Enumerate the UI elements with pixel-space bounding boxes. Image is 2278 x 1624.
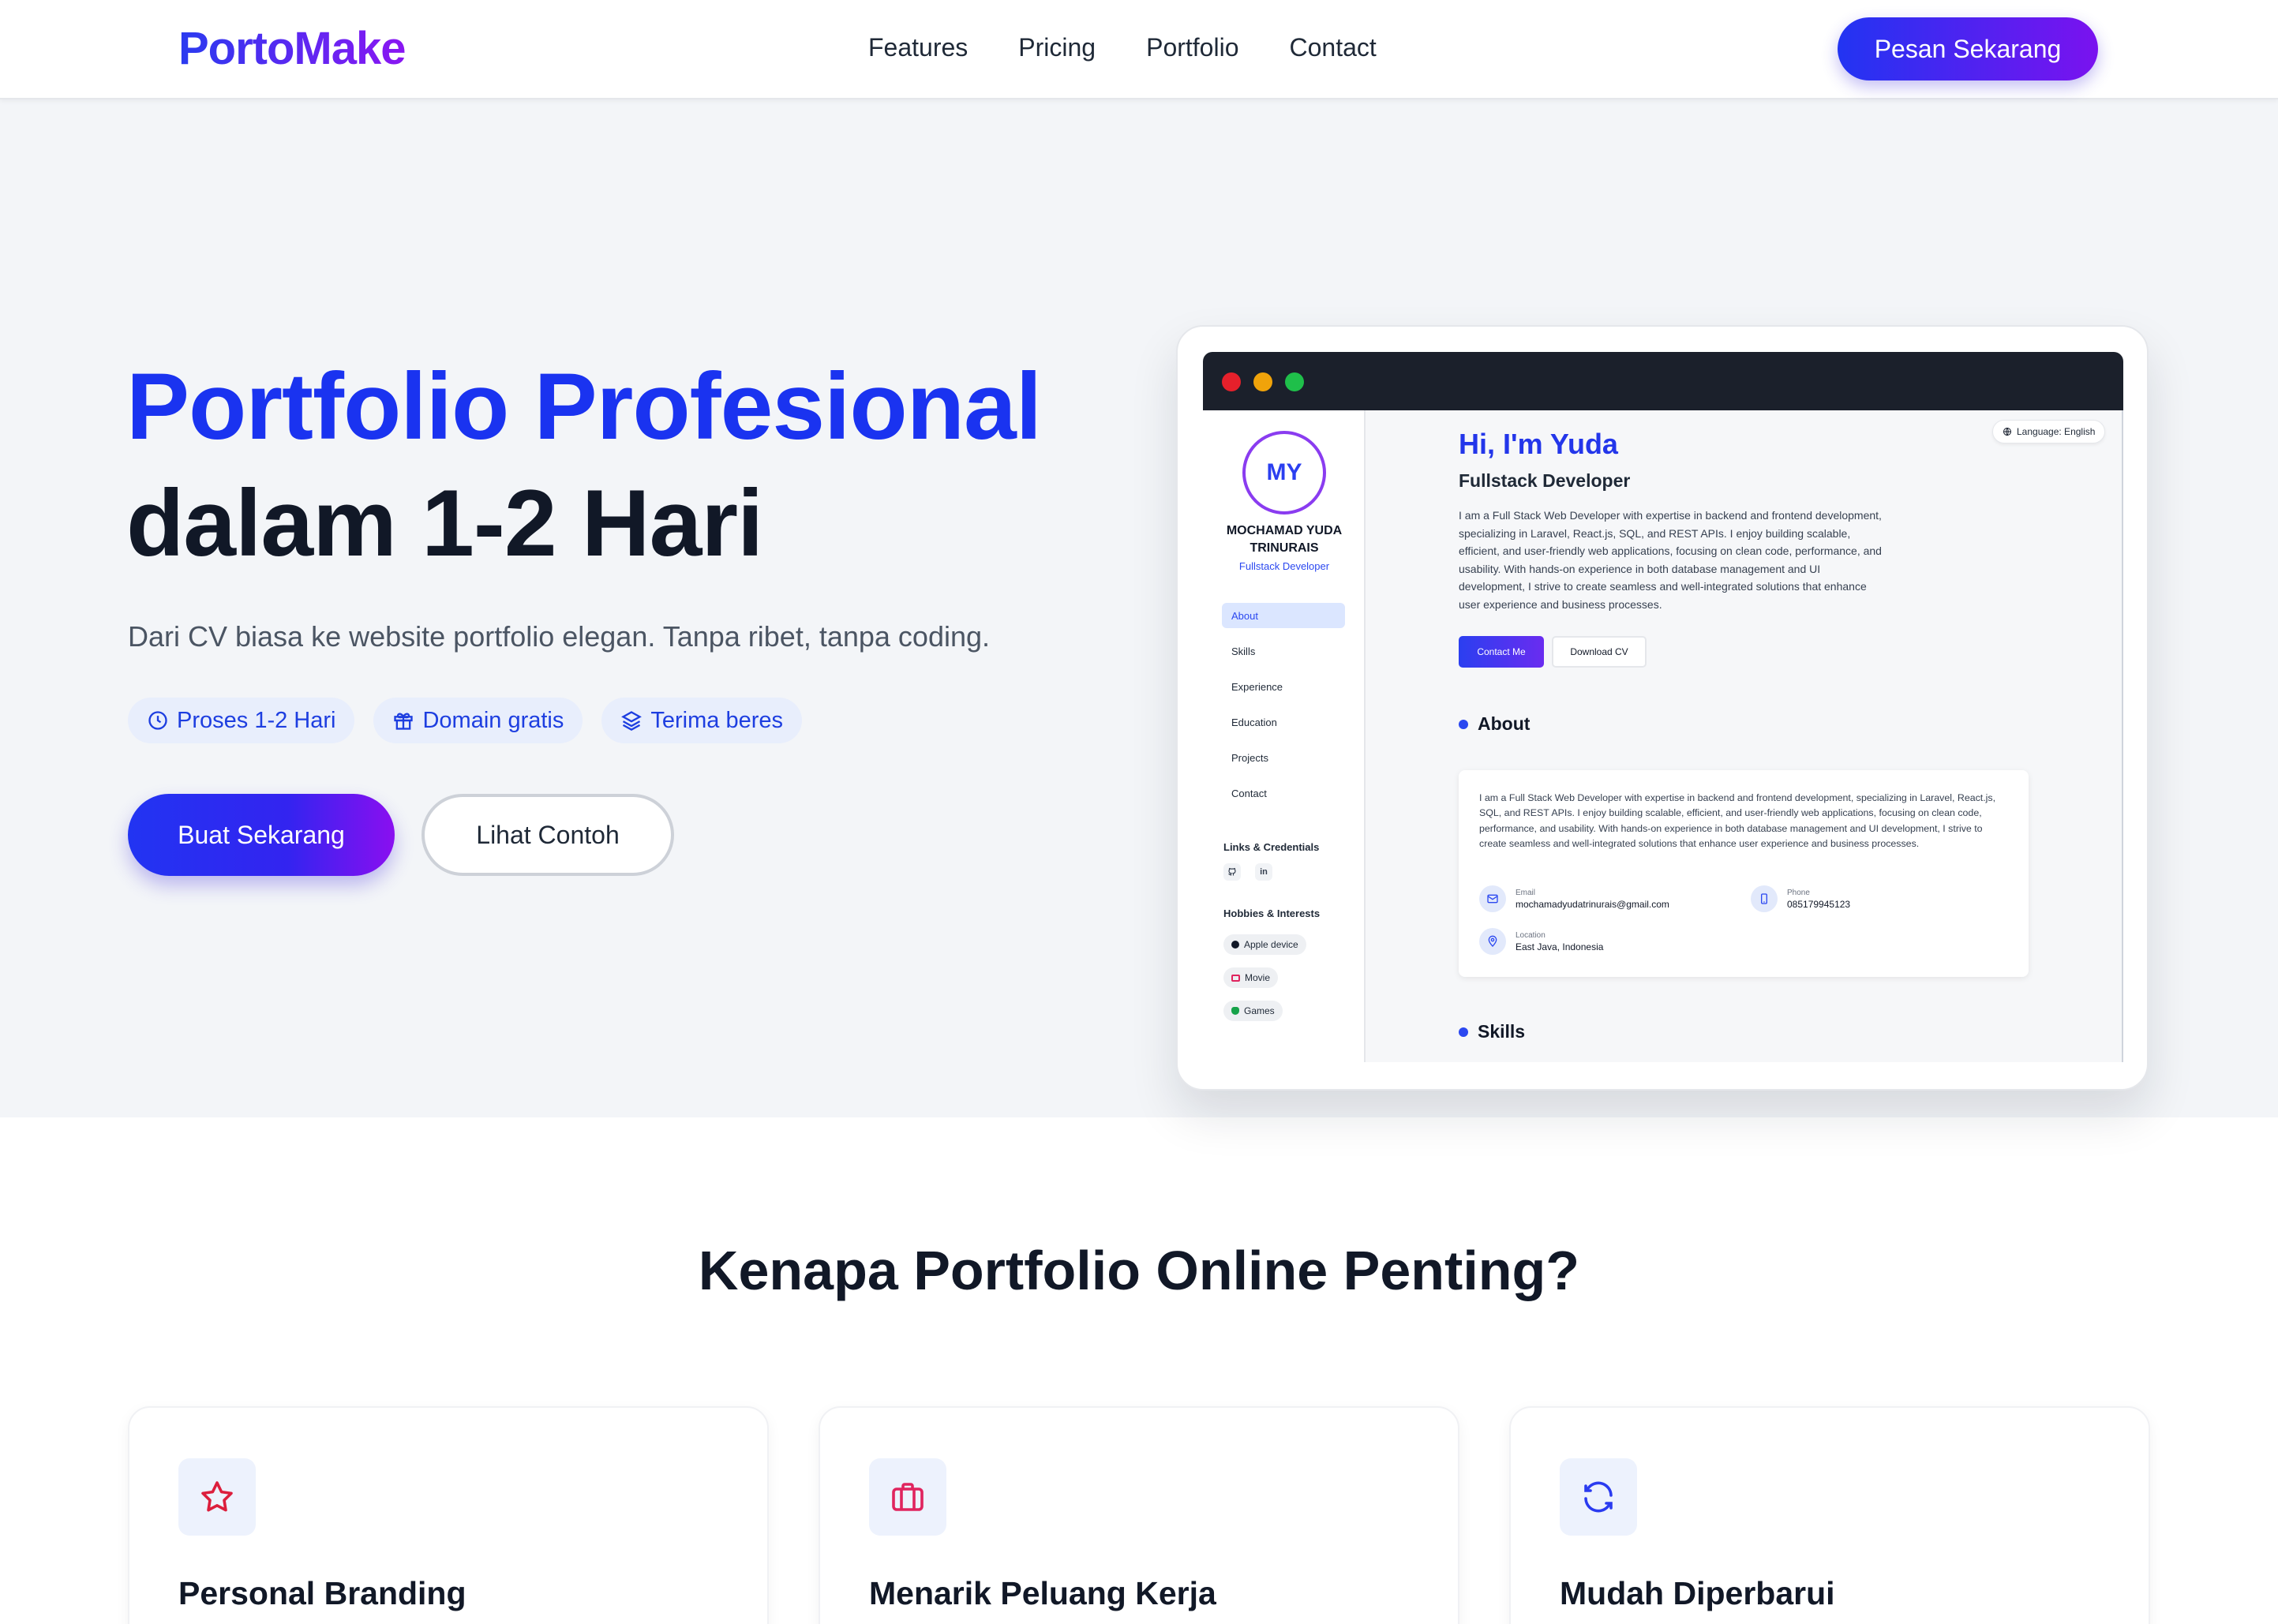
github-icon[interactable] — [1223, 863, 1241, 881]
about-heading-label: About — [1478, 713, 1531, 734]
apple-icon — [1231, 941, 1239, 949]
feature-title: Menarik Peluang Kerja — [869, 1575, 1216, 1611]
feature-icon-box — [178, 1458, 256, 1536]
menu-item-projects[interactable]: Projects — [1222, 745, 1345, 770]
profile-name: MOCHAMAD YUDA TRINURAIS — [1203, 522, 1366, 557]
hero-subtitle: Dari CV biasa ke website portfolio elega… — [128, 620, 991, 653]
menu-item-skills[interactable]: Skills — [1222, 638, 1345, 664]
badge-done-for-you: Terima beres — [601, 698, 802, 743]
badge-label: Proses 1-2 Hari — [177, 707, 336, 733]
mail-icon — [1479, 885, 1506, 912]
preview-menu: About Skills Experience Education Projec… — [1222, 603, 1345, 816]
menu-item-about[interactable]: About — [1222, 603, 1345, 628]
hobby-apple-device: Apple device — [1223, 934, 1306, 955]
contact-me-button[interactable]: Contact Me — [1459, 636, 1544, 668]
location-info: Location East Java, Indonesia — [1479, 928, 1603, 955]
gift-icon — [394, 713, 414, 730]
globe-icon — [2003, 428, 2011, 436]
menu-item-education[interactable]: Education — [1222, 709, 1345, 735]
features-title: Kenapa Portfolio Online Penting? — [698, 1240, 1580, 1301]
feature-title: Personal Branding — [178, 1575, 466, 1611]
about-text: I am a Full Stack Web Developer with exp… — [1479, 792, 1996, 850]
layers-icon — [621, 711, 643, 732]
view-example-button[interactable]: Lihat Contoh — [422, 794, 674, 876]
hero-section: Portfolio Profesional dalam 1-2 Hari Dar… — [0, 99, 2278, 1117]
preview-role: Fullstack Developer — [1459, 470, 1631, 491]
hero-badges: Proses 1-2 Hari Domain gratis Terima ber… — [128, 698, 802, 743]
phone-info: Phone 085179945123 — [1751, 885, 1850, 912]
feature-card-job-opportunities: Menarik Peluang Kerja — [819, 1406, 1459, 1624]
order-now-button[interactable]: Pesan Sekarang — [1838, 17, 2098, 80]
profile-name-line2: TRINURAIS — [1250, 541, 1319, 555]
refresh-icon — [1584, 1481, 1613, 1513]
nav-link-contact[interactable]: Contact — [1289, 33, 1376, 62]
nav-link-features[interactable]: Features — [868, 33, 968, 62]
bullet-dot-icon — [1459, 719, 1468, 729]
feature-icon-box — [1560, 1458, 1637, 1536]
preview-sidebar: MY MOCHAMAD YUDA TRINURAIS Fullstack Dev… — [1203, 410, 1366, 1062]
phone-value[interactable]: 085179945123 — [1787, 899, 1850, 910]
hobbies-heading: Hobbies & Interests — [1223, 907, 1321, 919]
preview-description: I am a Full Stack Web Developer with exp… — [1459, 509, 1882, 611]
badge-free-domain: Domain gratis — [373, 698, 583, 743]
credential-links: in — [1223, 863, 1272, 881]
minimize-dot-icon — [1253, 372, 1272, 391]
links-heading: Links & Credentials — [1223, 841, 1320, 853]
about-heading: About — [1459, 713, 1530, 735]
feature-card-easy-update: Mudah Diperbarui — [1509, 1406, 2150, 1624]
bullet-dot-icon — [1459, 1027, 1468, 1037]
badge-label: Terima beres — [650, 707, 783, 733]
film-icon — [1231, 974, 1240, 982]
browser-title-bar — [1203, 352, 2123, 410]
close-dot-icon — [1222, 372, 1241, 391]
phone-icon — [1751, 885, 1778, 912]
clock-icon — [148, 711, 167, 730]
location-value: East Java, Indonesia — [1516, 941, 1604, 952]
avatar: MY — [1242, 431, 1326, 515]
hobby-label: Games — [1244, 1005, 1275, 1016]
briefcase-icon — [892, 1483, 924, 1511]
feature-icon-box — [869, 1458, 946, 1536]
badge-label: Domain gratis — [422, 707, 564, 733]
portfolio-preview-mockup: MY MOCHAMAD YUDA TRINURAIS Fullstack Dev… — [1176, 325, 2149, 1091]
logo[interactable]: PortoMake — [178, 22, 407, 75]
hero-title-line2: dalam 1-2 Hari — [126, 470, 763, 576]
linkedin-icon[interactable]: in — [1255, 863, 1272, 881]
nav-link-portfolio[interactable]: Portfolio — [1146, 33, 1238, 62]
profile-role: Fullstack Developer — [1238, 560, 1330, 572]
star-icon — [201, 1481, 233, 1512]
hobby-label: Movie — [1245, 972, 1271, 983]
skills-heading-label: Skills — [1478, 1021, 1526, 1042]
nav-link-pricing[interactable]: Pricing — [1018, 33, 1096, 62]
hobby-movie: Movie — [1223, 967, 1279, 988]
menu-item-contact[interactable]: Contact — [1222, 780, 1345, 806]
preview-greeting: Hi, I'm Yuda — [1459, 428, 1618, 460]
language-label: Language: English — [2017, 426, 2096, 437]
language-switcher[interactable]: Language: English — [1992, 420, 2106, 443]
maximize-dot-icon — [1285, 372, 1304, 391]
email-info: Email mochamadyudatrinurais@gmail.com — [1479, 885, 1669, 912]
profile-name-line1: MOCHAMAD YUDA — [1226, 524, 1343, 537]
hero-title-line1: Portfolio Profesional — [126, 354, 1042, 459]
email-label: Email — [1516, 888, 1536, 897]
about-card: I am a Full Stack Web Developer with exp… — [1459, 770, 2029, 977]
navbar: PortoMake Features Pricing Portfolio Con… — [0, 0, 2278, 99]
badge-process-time: Proses 1-2 Hari — [128, 698, 355, 743]
nav-links: Features Pricing Portfolio Contact — [868, 33, 1377, 62]
map-pin-icon — [1479, 928, 1506, 955]
menu-item-experience[interactable]: Experience — [1222, 674, 1345, 699]
hobby-label: Apple device — [1244, 939, 1298, 950]
phone-label: Phone — [1787, 888, 1810, 897]
create-now-button[interactable]: Buat Sekarang — [128, 794, 395, 876]
location-label: Location — [1516, 930, 1546, 940]
feature-card-personal-branding: Personal Branding — [128, 1406, 769, 1624]
browser-viewport: MY MOCHAMAD YUDA TRINURAIS Fullstack Dev… — [1203, 410, 2123, 1062]
email-value[interactable]: mochamadyudatrinurais@gmail.com — [1516, 899, 1669, 910]
feature-title: Mudah Diperbarui — [1560, 1575, 1835, 1611]
skills-heading: Skills — [1459, 1021, 1525, 1042]
hobby-games: Games — [1223, 1001, 1283, 1021]
gamepad-icon — [1231, 1007, 1239, 1015]
download-cv-button[interactable]: Download CV — [1552, 636, 1647, 668]
